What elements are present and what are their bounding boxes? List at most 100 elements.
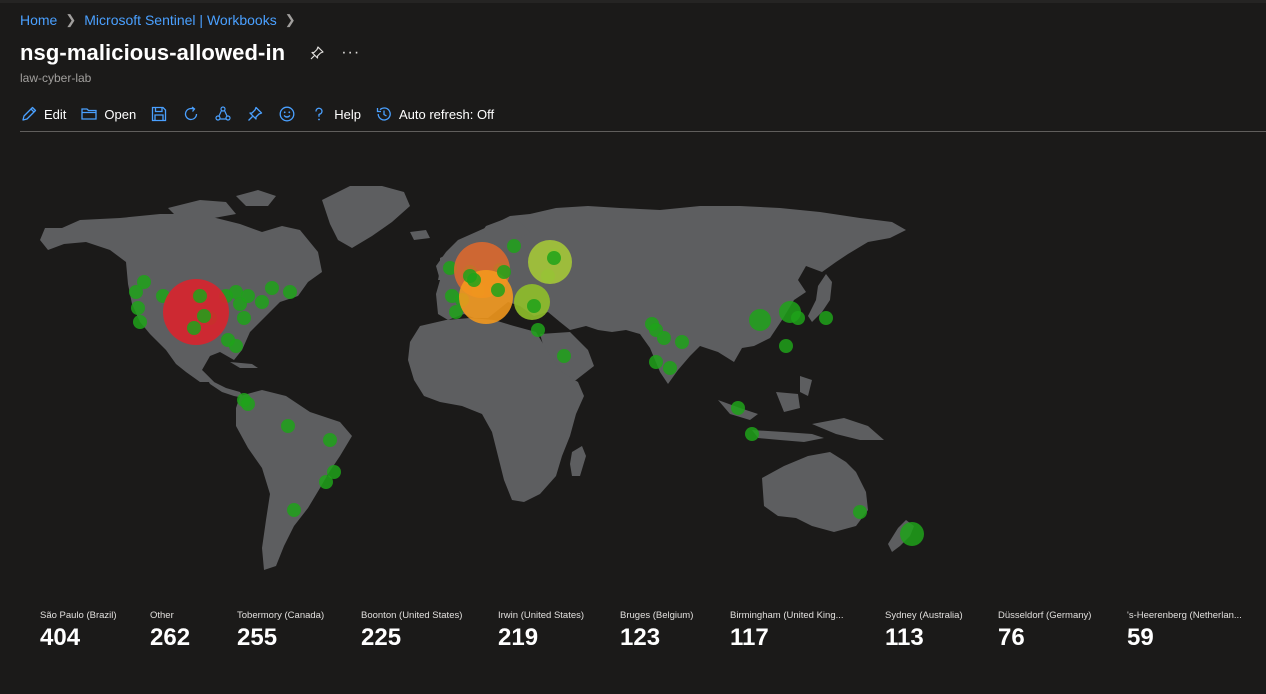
location-bubble[interactable] [557,349,571,363]
land-south-america [236,390,352,570]
location-bubble[interactable] [319,475,333,489]
breadcrumb-home-link[interactable]: Home [20,12,57,28]
chevron-right-icon: ❯ [65,12,77,27]
tile-label: Boonton (United States) [361,610,463,621]
world-map[interactable] [20,140,940,580]
location-bubble[interactable] [900,522,924,546]
pin-icon[interactable] [309,45,325,61]
location-bubble[interactable] [531,323,545,337]
land-central-america [202,370,244,398]
tile[interactable]: Birmingham (United King... 117 [730,610,844,652]
location-bubble[interactable] [527,299,541,313]
tile-value: 123 [620,624,661,651]
edit-button[interactable]: Edit [20,105,66,123]
tile-label: Düsseldorf (Germany) [998,610,1092,621]
tile[interactable]: Boonton (United States) 225 [361,610,462,652]
location-bubble[interactable] [507,239,521,253]
help-button[interactable]: Help [310,105,361,123]
location-bubble[interactable] [287,503,301,517]
location-bubble[interactable] [731,401,745,415]
save-button[interactable] [150,105,168,123]
tile[interactable]: Sydney (Australia) 113 [885,610,963,652]
location-bubble[interactable] [649,355,663,369]
location-bubble[interactable] [241,397,255,411]
refresh-icon [182,105,200,123]
breadcrumb-sentinel-link[interactable]: Microsoft Sentinel | Workbooks [84,12,276,28]
land-greenland [322,186,410,248]
tile[interactable]: Irwin (United States) 219 [498,610,584,652]
tile-label: Birmingham (United King... [730,610,844,621]
location-bubble[interactable] [749,309,771,331]
location-bubble[interactable] [323,433,337,447]
location-bubble[interactable] [241,289,255,303]
location-bubble[interactable] [819,311,833,325]
open-button[interactable]: Open [80,105,136,123]
auto-refresh-button[interactable]: Auto refresh: Off [375,105,494,123]
toolbar: Edit Open Help Auto refresh: Off [20,100,508,128]
question-mark-icon [310,105,328,123]
tile-value: 404 [40,624,81,651]
tile[interactable]: Düsseldorf (Germany) 76 [998,610,1091,652]
toolbar-divider [20,131,1266,132]
share-button[interactable] [214,105,232,123]
location-bubble[interactable] [497,265,511,279]
smiley-icon [278,105,296,123]
pencil-icon [20,105,38,123]
feedback-button[interactable] [278,105,296,123]
tile-value: 76 [998,624,1025,651]
tile-label: 's-Heerenberg (Netherlan... [1127,610,1242,621]
location-bubble[interactable] [137,275,151,289]
location-bubble[interactable] [133,315,147,329]
page-subtitle: law-cyber-lab [20,71,92,85]
pin-icon [246,105,264,123]
more-options-button[interactable]: ··· [341,44,360,62]
tile-value: 225 [361,624,402,651]
location-bubble[interactable] [491,283,505,297]
save-icon [150,105,168,123]
tile[interactable]: Tobermory (Canada) 255 [237,610,324,652]
location-bubble[interactable] [187,321,201,335]
help-label: Help [334,106,361,122]
location-bubble[interactable] [131,301,145,315]
location-bubble[interactable] [547,251,561,265]
location-bubble[interactable] [197,309,211,323]
location-bubble[interactable] [745,427,759,441]
location-bubble[interactable] [193,289,207,303]
tile-label: Sydney (Australia) [885,610,963,621]
location-bubble[interactable] [283,285,297,299]
location-bubble[interactable] [281,419,295,433]
pin-button[interactable] [246,105,264,123]
land-arctic-canada [168,200,236,218]
location-bubble[interactable] [229,285,243,299]
land-australia [762,452,868,532]
open-label: Open [104,106,137,122]
auto-refresh-label: Auto refresh: Off [398,106,495,122]
tile[interactable]: Bruges (Belgium) 123 [620,610,693,652]
location-bubble[interactable] [657,331,671,345]
location-bubble[interactable] [779,339,793,353]
tile-label: Bruges (Belgium) [620,610,694,621]
tiles-panel: São Paulo (Brazil) 404 Other 262 Tobermo… [40,610,1266,670]
location-bubble[interactable] [449,305,463,319]
location-bubble[interactable] [163,279,229,345]
location-bubble[interactable] [779,301,801,323]
location-bubble[interactable] [663,361,677,375]
location-bubble[interactable] [237,311,251,325]
refresh-button[interactable] [182,105,200,123]
land-madagascar [570,446,586,476]
location-bubble[interactable] [467,273,481,287]
tile[interactable]: Other 262 [150,610,190,652]
tile[interactable]: São Paulo (Brazil) 404 [40,610,117,652]
location-bubble[interactable] [255,295,269,309]
location-bubble[interactable] [675,335,689,349]
tile-value: 262 [150,624,191,651]
location-bubble[interactable] [853,505,867,519]
tile-label: Other [150,610,174,621]
tile-value: 59 [1127,624,1154,651]
folder-icon [80,105,98,123]
share-icon [214,105,232,123]
location-bubble[interactable] [265,281,279,295]
location-bubble[interactable] [229,339,243,353]
tile[interactable]: 's-Heerenberg (Netherlan... 59 [1127,610,1242,652]
edit-label: Edit [44,106,67,122]
